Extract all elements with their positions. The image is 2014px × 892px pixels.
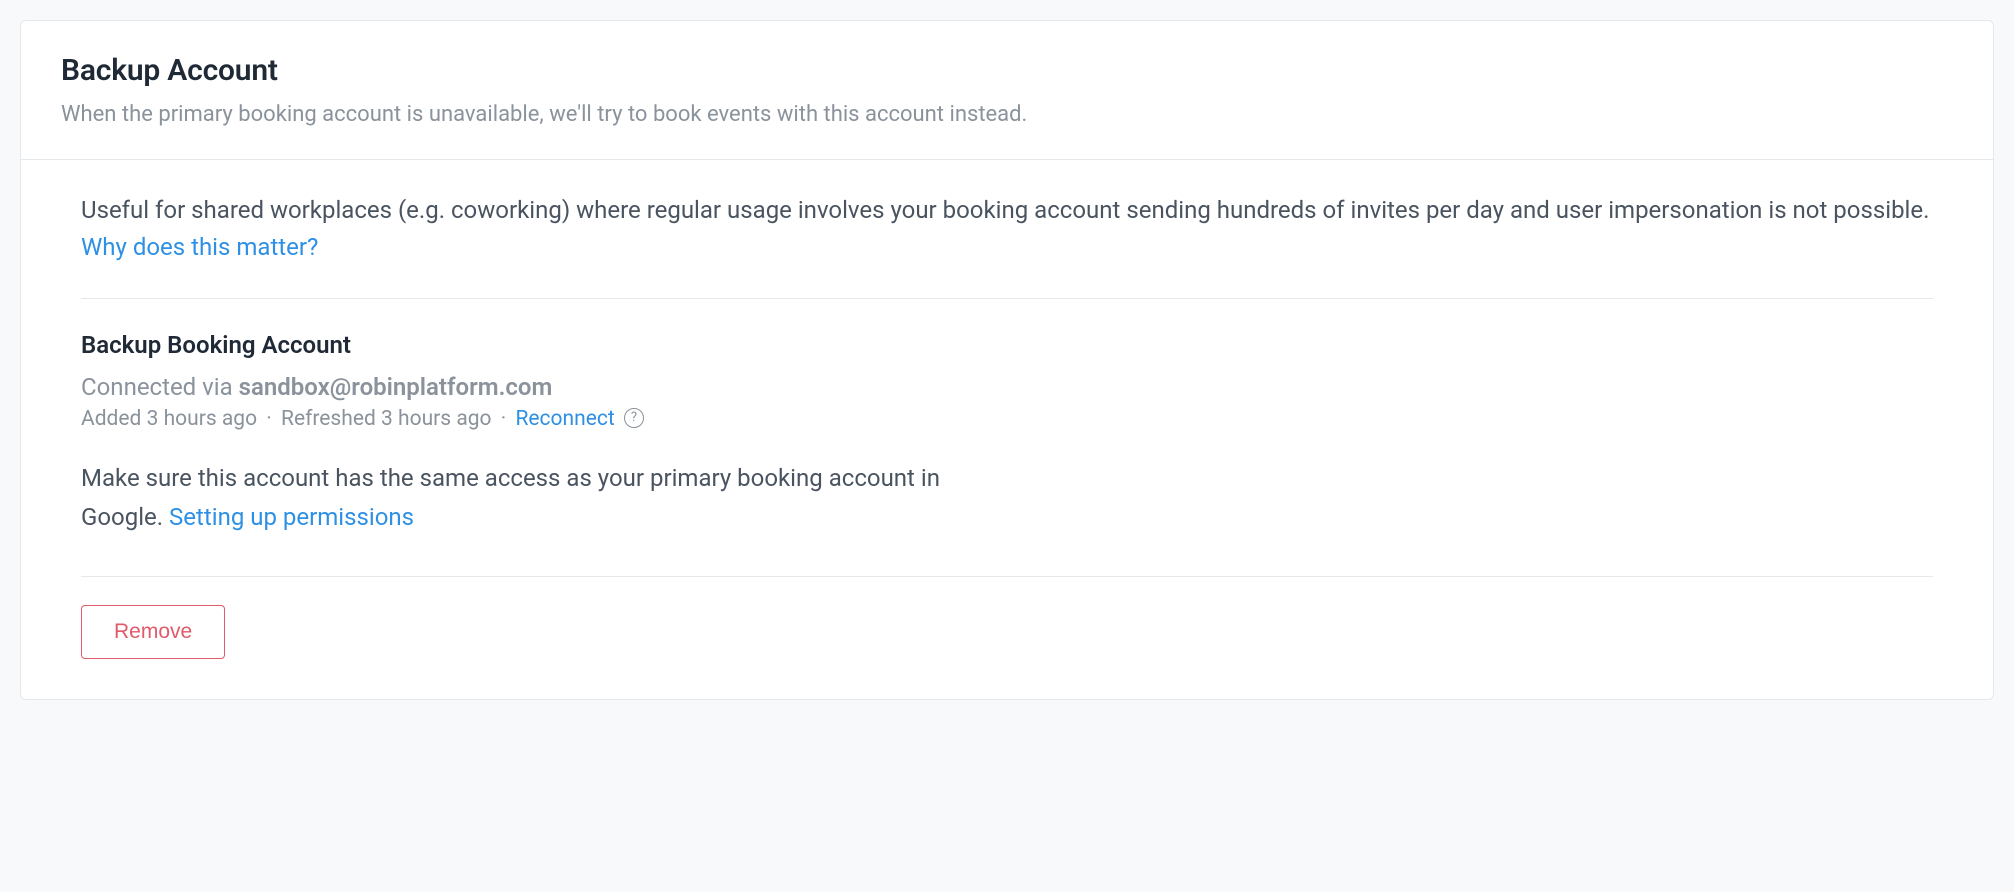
permissions-link[interactable]: Setting up permissions <box>169 503 414 531</box>
helper-text: Make sure this account has the same acce… <box>81 459 981 536</box>
separator: · <box>266 407 272 431</box>
separator: · <box>501 407 507 431</box>
help-icon[interactable]: ? <box>624 408 644 428</box>
backup-description: Useful for shared workplaces (e.g. cowor… <box>81 192 1933 266</box>
description-text: Useful for shared workplaces (e.g. cowor… <box>81 196 1929 224</box>
card-header: Backup Account When the primary booking … <box>21 21 1993 160</box>
section-title: Backup Booking Account <box>81 331 1933 359</box>
refreshed-text: Refreshed 3 hours ago <box>281 407 492 431</box>
reconnect-link[interactable]: Reconnect <box>515 407 614 431</box>
card-body: Useful for shared workplaces (e.g. cowor… <box>21 160 1993 699</box>
backup-account-card: Backup Account When the primary booking … <box>20 20 1994 700</box>
why-matters-link[interactable]: Why does this matter? <box>81 233 318 261</box>
divider <box>81 576 1933 577</box>
card-subtitle: When the primary booking account is unav… <box>61 98 1953 131</box>
backup-booking-section: Backup Booking Account Connected via san… <box>81 299 1933 576</box>
card-title: Backup Account <box>61 53 1953 88</box>
connected-email: sandbox@robinplatform.com <box>239 373 553 401</box>
remove-button[interactable]: Remove <box>81 605 225 659</box>
connected-line: Connected via sandbox@robinplatform.com <box>81 373 1933 401</box>
added-text: Added 3 hours ago <box>81 407 257 431</box>
connected-prefix: Connected via <box>81 373 239 401</box>
meta-line: Added 3 hours ago · Refreshed 3 hours ag… <box>81 407 1933 431</box>
